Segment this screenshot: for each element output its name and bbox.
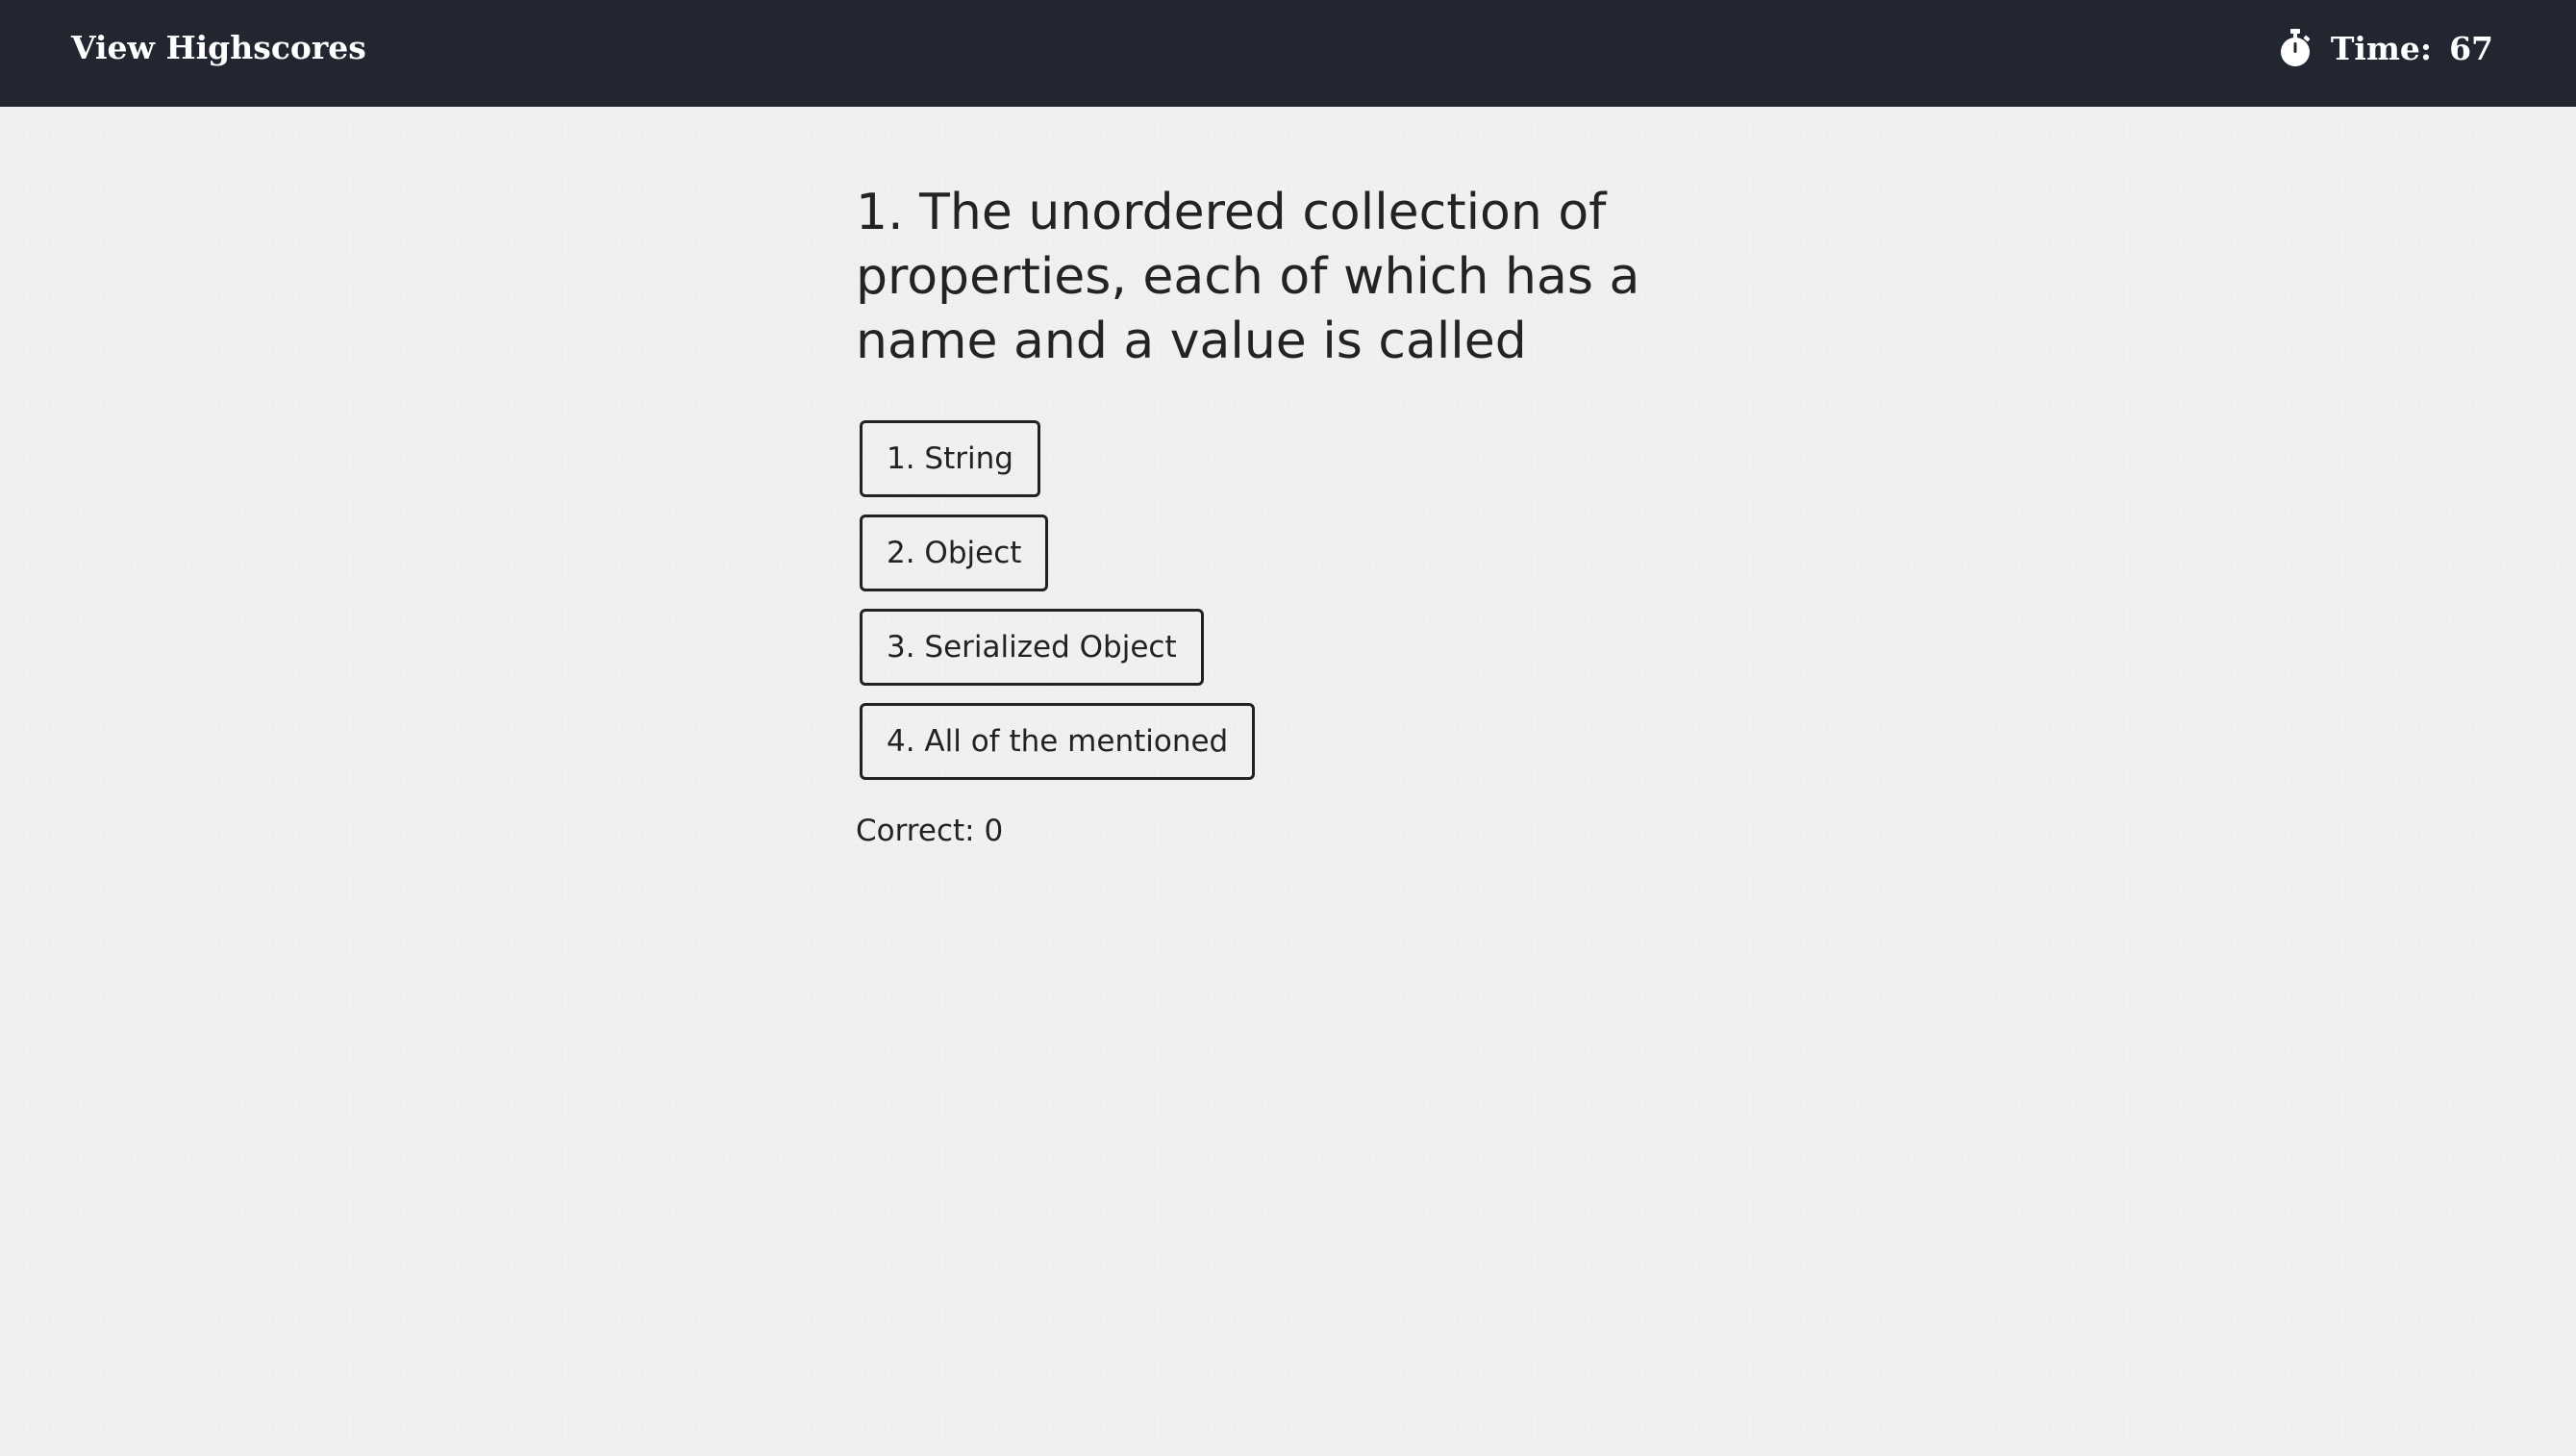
choice-button-object[interactable]: 2. Object (860, 515, 1049, 591)
choice-button-string[interactable]: 1. String (860, 420, 1040, 497)
time-value: 67 (2449, 29, 2493, 67)
correct-value: 0 (984, 814, 1004, 848)
choice-button-all-mentioned[interactable]: 4. All of the mentioned (860, 703, 1256, 780)
correct-count: Correct: 0 (856, 814, 1721, 848)
top-navbar: View Highscores Time: 67 (0, 0, 2576, 107)
question-text: 1. The unordered collection of propertie… (856, 184, 1640, 370)
view-highscores-link[interactable]: View Highscores (71, 0, 366, 96)
answer-choices: 1. String 2. Object 3. Serialized Object… (860, 420, 1721, 780)
quiz-section: 1. The unordered collection of propertie… (856, 181, 1721, 848)
choice-button-serialized-object[interactable]: 3. Serialized Object (860, 609, 1204, 686)
time-label: Time: (2330, 29, 2433, 67)
timer: Time: 67 (2279, 0, 2493, 96)
stopwatch-icon (2279, 29, 2312, 67)
correct-label: Correct: (856, 814, 975, 848)
